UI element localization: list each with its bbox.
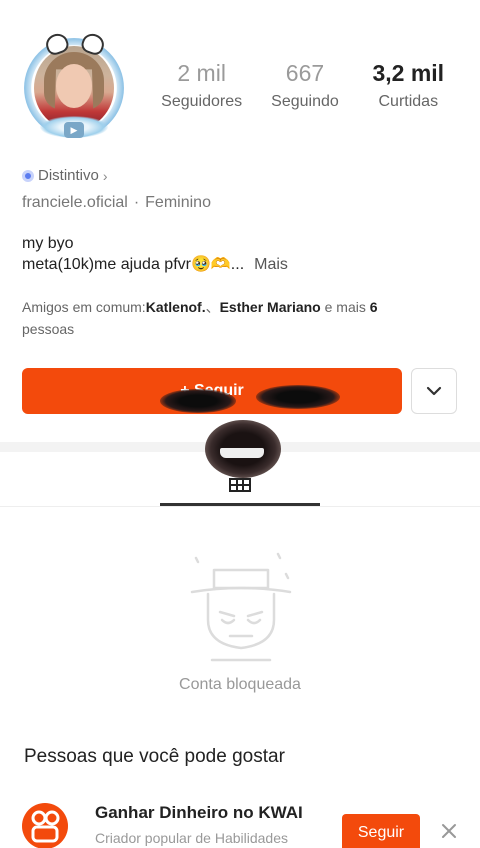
- mutual-friend-name: Esther Mariano: [219, 299, 321, 315]
- mutual-friends[interactable]: Amigos em comum:Katlenof.、Esther Mariano…: [22, 296, 442, 340]
- badge-label: Distintivo: [38, 167, 99, 184]
- sticker-teeth: [220, 448, 264, 458]
- stat-label: Seguidores: [161, 93, 243, 110]
- grid-icon[interactable]: [229, 478, 251, 492]
- stat-value: 2 mil: [177, 60, 226, 86]
- profile-bio: my byo meta(10k)me ajuda pfvr🥹🫶... Mais: [22, 233, 288, 275]
- username: franciele.oficial: [22, 194, 128, 211]
- suggestion-name[interactable]: Ganhar Dinheiro no KWAI: [95, 803, 303, 823]
- more-options-button[interactable]: [411, 368, 457, 414]
- bio-line: my byo: [22, 235, 74, 252]
- gender: Feminino: [145, 194, 211, 211]
- mutual-friend-name: Katlenof.: [145, 299, 206, 315]
- separator: ·: [133, 194, 140, 211]
- badge-icon: [22, 169, 34, 182]
- stat-followers[interactable]: 2 mil Seguidores: [150, 58, 253, 111]
- mutual-suffix: pessoas: [22, 321, 75, 337]
- badge-link[interactable]: Distintivo ›: [22, 167, 108, 184]
- suggestion-follow-button[interactable]: Seguir: [342, 814, 420, 848]
- stat-value: 667: [285, 60, 325, 86]
- mutual-separator: 、: [205, 299, 220, 315]
- chevron-down-icon: [426, 386, 442, 396]
- mutual-count: 6: [369, 299, 378, 315]
- close-icon[interactable]: [440, 822, 458, 840]
- bio-more-link[interactable]: Mais: [254, 256, 288, 273]
- suggestion-avatar[interactable]: [22, 803, 68, 848]
- kwai-logo-icon: [31, 810, 60, 843]
- mutual-and-more: e mais: [320, 299, 370, 315]
- profile-stats: 2 mil Seguidores 667 Seguindo 3,2 mil Cu…: [150, 58, 460, 111]
- play-icon: ▶: [64, 122, 84, 138]
- chevron-right-icon: ›: [102, 167, 108, 184]
- blocked-user-icon: [190, 552, 292, 662]
- suggestion-subtitle: Criador popular de Habilidades: [95, 830, 289, 846]
- sticker-eye-right: [256, 385, 340, 409]
- profile-meta: franciele.oficial · Feminino: [22, 194, 211, 212]
- mutual-prefix: Amigos em comum:: [22, 299, 146, 315]
- stat-following[interactable]: 667 Seguindo: [253, 58, 356, 111]
- stat-label: Seguindo: [271, 93, 339, 110]
- sticker-eye-left: [160, 389, 236, 413]
- stat-likes[interactable]: 3,2 mil Curtidas: [357, 58, 460, 111]
- bio-line: meta(10k)me ajuda pfvr🥹🫶...: [22, 256, 245, 273]
- suggestions-title: Pessoas que você pode gostar: [24, 746, 285, 767]
- tab-divider: [0, 506, 480, 507]
- blocked-account-text: Conta bloqueada: [179, 676, 301, 693]
- stat-label: Curtidas: [378, 93, 439, 110]
- stat-value: 3,2 mil: [372, 60, 445, 86]
- profile-avatar[interactable]: ▶: [20, 30, 128, 142]
